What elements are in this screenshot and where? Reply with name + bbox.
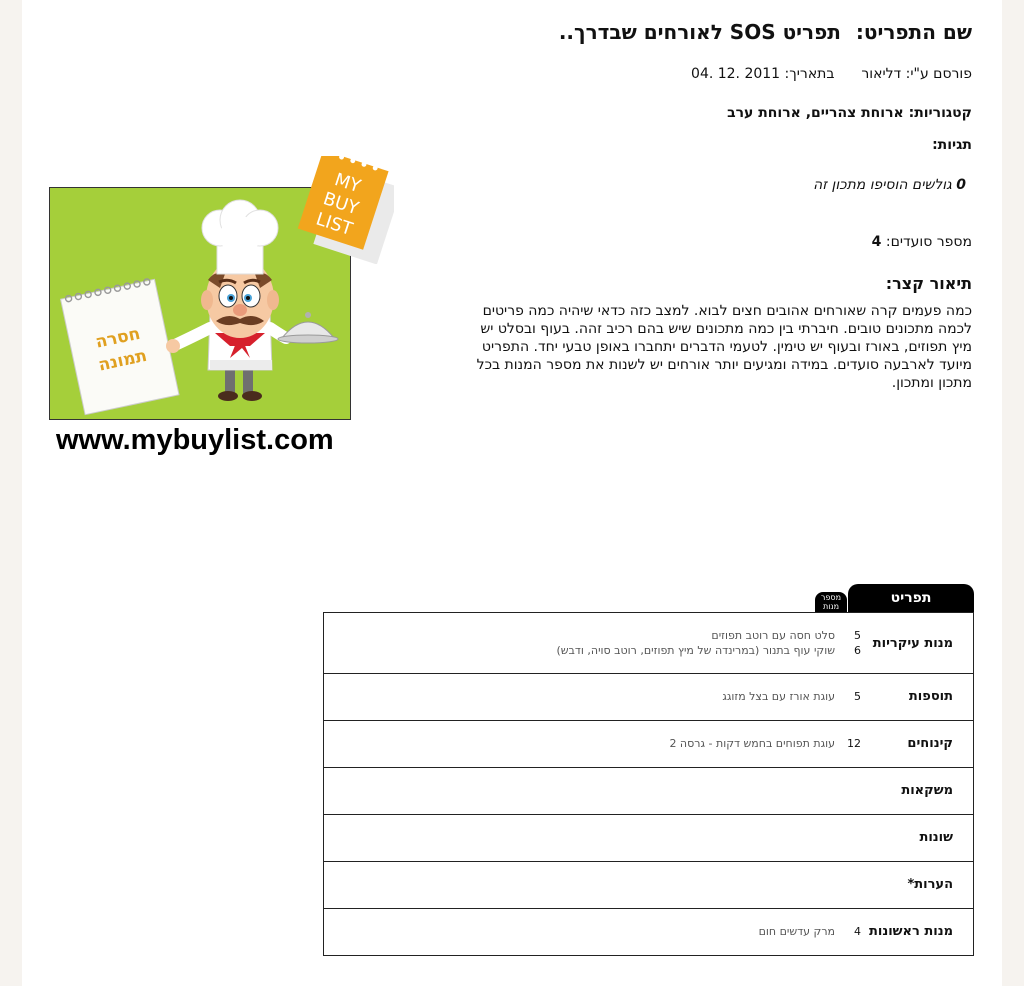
menu-tabs: תפריט מספר מנות xyxy=(323,584,974,613)
posted-by-label: פורסם ע"י: xyxy=(905,66,972,82)
notepad-icon: חסרה תמונה xyxy=(59,278,180,416)
recipe-list: עוגת תפוחים בחמש דקות - גרסה 2 xyxy=(669,736,835,751)
post-date: 04. 12. 2011 xyxy=(691,66,781,82)
recipe-link[interactable]: שוקי עוף בתנור (במרינדה של מיץ תפוזים, ר… xyxy=(556,643,835,658)
menu-row: קינוחים 12 עוגת תפוחים בחמש דקות - גרסה 2 xyxy=(324,720,973,767)
portion-count: 5 xyxy=(854,629,861,642)
page-title: שם התפריט: תפריט SOS לאורחים שבדרך.. xyxy=(559,20,972,44)
menu-table: מנות עיקריות 5 6 סלט חסה עם רוטב תפוזים שוקי… xyxy=(323,612,974,956)
page: שם התפריט: תפריט SOS לאורחים שבדרך.. פור… xyxy=(22,0,1002,986)
short-description-heading: תיאור קצר: xyxy=(885,274,972,293)
short-description: כמה פעמים קרה שאורחים אהובים חצים לבוא. … xyxy=(476,303,972,391)
servings-label: מספר סועדים: xyxy=(885,234,972,250)
categories-value[interactable]: ארוחת צהריים, ארוחת ערב xyxy=(727,105,904,121)
portions-tab-line-1: מספר xyxy=(820,593,842,602)
servings: מספר סועדים: 4 xyxy=(872,234,972,250)
categories-label: קטגוריות: xyxy=(908,105,972,121)
menu-category: משקאות xyxy=(901,783,953,798)
categories: קטגוריות: ארוחת צהריים, ארוחת ערב xyxy=(727,105,972,121)
portions-tab-line-2: מנות xyxy=(822,602,840,611)
portion-counts: 56 xyxy=(854,628,861,658)
portion-counts: 5 xyxy=(854,689,861,704)
portion-count: 4 xyxy=(854,925,861,938)
title-label: שם התפריט: xyxy=(855,20,972,44)
portion-count: 5 xyxy=(854,690,861,703)
author-link[interactable]: דליאור xyxy=(861,66,901,82)
menu-category: קינוחים xyxy=(907,736,953,751)
recipe-link[interactable]: עוגת תפוחים בחמש דקות - גרסה 2 xyxy=(669,736,835,751)
menu-row: תוספות 5 עוגת אורז עם בצל מזוגג xyxy=(324,673,973,720)
recipe-link[interactable]: עוגת אורז עם בצל מזוגג xyxy=(722,689,835,704)
mybuylist-logo-icon: MY BUY LIST xyxy=(297,156,394,264)
menu-category: הערות* xyxy=(907,877,953,892)
menu-category: מנות עיקריות xyxy=(872,636,953,651)
tags-label: תגיות: xyxy=(932,137,972,153)
menu-row: משקאות xyxy=(324,767,973,814)
portion-counts: 4 xyxy=(854,924,861,939)
menu-row: הערות* xyxy=(324,861,973,908)
date-label: בתאריך: xyxy=(784,66,835,82)
recipe-list: סלט חסה עם רוטב תפוזים שוקי עוף בתנור (במ… xyxy=(556,628,835,658)
recipe-link[interactable]: מרק עדשים חום xyxy=(759,924,835,939)
menu-category: מנות ראשונות xyxy=(868,924,953,939)
portion-count: 6 xyxy=(854,644,861,657)
tab-portions-count: מספר מנות xyxy=(815,592,847,613)
menu-row: מנות עיקריות 5 6 סלט חסה עם רוטב תפוזים שוקי… xyxy=(324,613,973,673)
posted-info: פורסם ע"י: דליאור בתאריך: 04. 12. 2011 xyxy=(691,66,972,82)
recipe-list: מרק עדשים חום xyxy=(759,924,835,939)
menu-row: מנות ראשונות 4 מרק עדשים חום xyxy=(324,908,973,955)
site-url[interactable]: www.mybuylist.com xyxy=(56,424,334,457)
menu-category: תוספות xyxy=(908,689,953,704)
added-count: 0 גולשים הוסיפו מתכון זה xyxy=(813,177,966,193)
added-count-text: גולשים הוסיפו מתכון זה xyxy=(813,177,952,193)
portion-counts: 12 xyxy=(847,736,861,751)
recipe-list: עוגת אורז עם בצל מזוגג xyxy=(722,689,835,704)
portion-count: 12 xyxy=(847,737,861,750)
menu-category: שונות xyxy=(919,830,953,845)
recipe-title: תפריט SOS לאורחים שבדרך.. xyxy=(558,20,841,44)
added-count-number: 0 xyxy=(956,177,966,193)
recipe-link[interactable]: סלט חסה עם רוטב תפוזים xyxy=(556,628,835,643)
menu-row: שונות xyxy=(324,814,973,861)
servings-value: 4 xyxy=(871,234,882,250)
tab-menu[interactable]: תפריט xyxy=(848,584,974,612)
